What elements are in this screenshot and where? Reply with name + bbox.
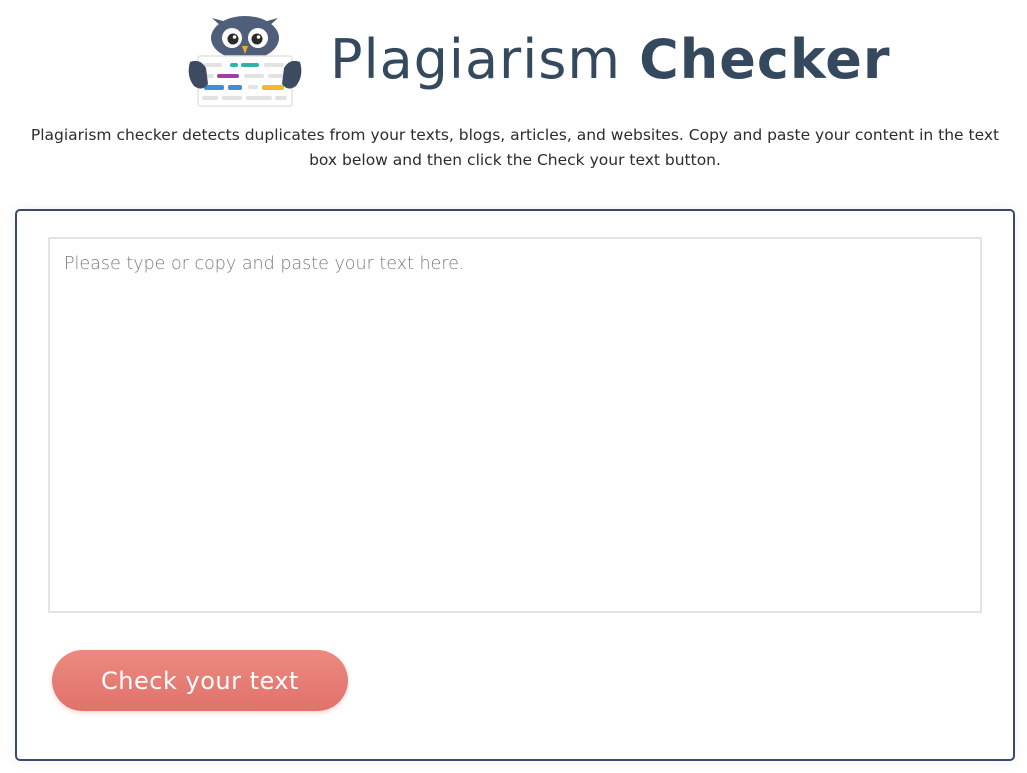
title-plagiarism: Plagiarism bbox=[330, 28, 621, 91]
text-input[interactable] bbox=[48, 237, 982, 613]
checker-card: Check your text bbox=[15, 209, 1015, 761]
page-description: Plagiarism checker detects duplicates fr… bbox=[30, 126, 1000, 169]
page-title: Plagiarism Checker bbox=[330, 24, 891, 96]
page-header: Plagiarism Checker Plagiarism checker de… bbox=[0, 0, 1027, 169]
check-your-text-button[interactable]: Check your text bbox=[52, 650, 348, 711]
owl-holding-document-icon bbox=[188, 16, 302, 107]
title-checker: Checker bbox=[639, 28, 891, 91]
